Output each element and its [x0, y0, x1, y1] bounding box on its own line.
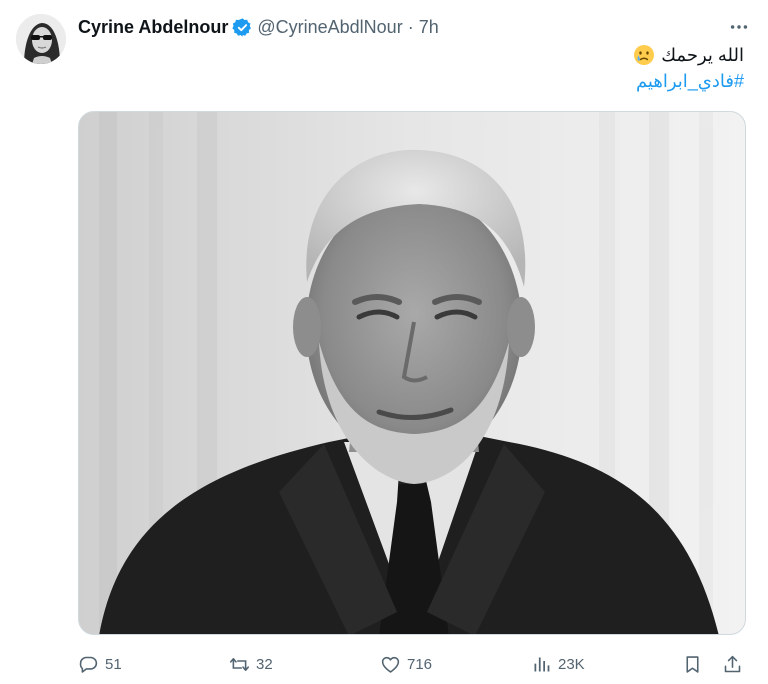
author-avatar[interactable] — [16, 14, 66, 64]
tweet-actions-bar: 51 32 716 23K — [78, 651, 746, 677]
like-button[interactable]: 716 — [380, 651, 432, 677]
reply-count: 51 — [105, 655, 122, 673]
repost-icon — [229, 657, 250, 671]
tweet-text: الله يرحمك #فادي_ابراهيم — [104, 42, 744, 94]
heart-icon — [381, 656, 400, 673]
hashtag-link[interactable]: #فادي_ابراهيم — [636, 71, 744, 91]
author-name[interactable]: Cyrine Abdelnour — [78, 17, 228, 38]
repost-button[interactable]: 32 — [229, 651, 273, 677]
reply-button[interactable]: 51 — [78, 651, 122, 677]
author-handle[interactable]: @CyrineAbdlNour — [257, 17, 402, 38]
views-button[interactable]: 23K — [531, 651, 585, 677]
crying-face-icon — [633, 44, 655, 66]
tweet-header: Cyrine Abdelnour @CyrineAbdlNour · 7h — [78, 14, 439, 40]
bookmark-button[interactable] — [682, 651, 703, 677]
like-count: 716 — [407, 655, 433, 673]
tweet-text-content: الله يرحمك — [661, 45, 744, 65]
analytics-icon — [534, 657, 550, 671]
more-options-icon[interactable] — [728, 16, 750, 38]
views-count: 23K — [558, 655, 585, 673]
separator-dot: · — [407, 16, 414, 37]
reply-icon — [79, 656, 98, 673]
tweet-media-photo[interactable] — [78, 111, 746, 635]
share-button[interactable] — [722, 651, 743, 677]
tweet-text-line: الله يرحمك — [104, 42, 744, 68]
bookmark-icon — [686, 655, 699, 673]
timestamp[interactable]: 7h — [419, 17, 439, 38]
share-icon — [724, 655, 741, 672]
repost-count: 32 — [256, 655, 273, 673]
verified-badge-icon — [232, 17, 253, 38]
